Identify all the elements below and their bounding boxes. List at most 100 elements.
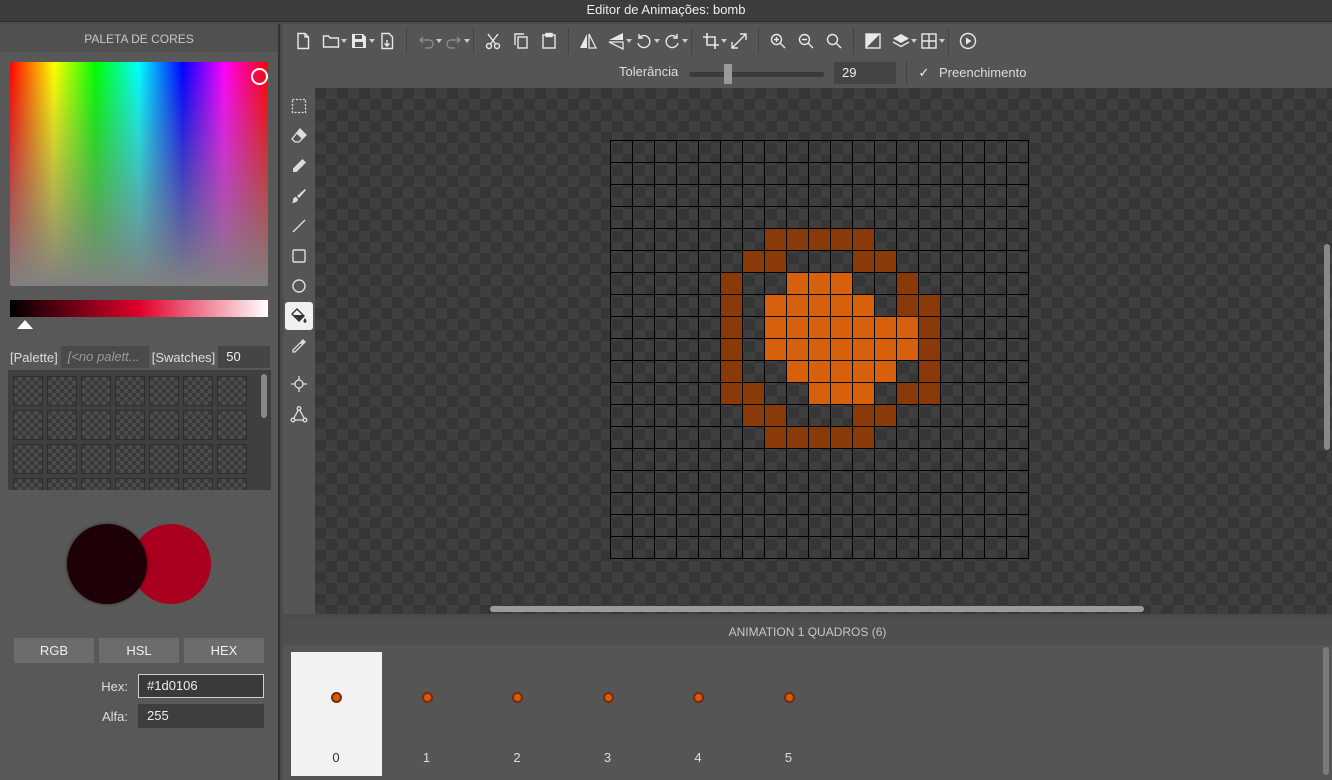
pixel-cell[interactable] bbox=[655, 185, 677, 207]
pixel-cell[interactable] bbox=[721, 471, 743, 493]
pixel-cell[interactable] bbox=[853, 207, 875, 229]
pixel-cell[interactable] bbox=[941, 427, 963, 449]
pixel-cell[interactable] bbox=[743, 449, 765, 471]
pixel-cell[interactable] bbox=[787, 163, 809, 185]
pixel-cell[interactable] bbox=[897, 229, 919, 251]
pixel-cell[interactable] bbox=[699, 537, 721, 559]
pixel-cell[interactable] bbox=[897, 449, 919, 471]
hsl-mode-button[interactable]: HSL bbox=[99, 638, 179, 663]
pixel-cell[interactable] bbox=[655, 251, 677, 273]
pixel-cell[interactable] bbox=[985, 185, 1007, 207]
pixel-cell[interactable] bbox=[699, 515, 721, 537]
pixel-cell[interactable] bbox=[853, 185, 875, 207]
pixel-cell[interactable] bbox=[809, 141, 831, 163]
pixel-cell[interactable] bbox=[699, 295, 721, 317]
swatch-slot[interactable] bbox=[115, 376, 145, 406]
pixel-cell[interactable] bbox=[897, 163, 919, 185]
pixel-cell[interactable] bbox=[853, 339, 875, 361]
pixel-cell[interactable] bbox=[611, 405, 633, 427]
open-folder-icon[interactable] bbox=[317, 26, 347, 56]
pixel-cell[interactable] bbox=[743, 383, 765, 405]
saturation-value-picker[interactable] bbox=[10, 62, 268, 286]
pixel-cell[interactable] bbox=[633, 317, 655, 339]
pixel-cell[interactable] bbox=[721, 251, 743, 273]
pixel-cell[interactable] bbox=[985, 207, 1007, 229]
pixel-cell[interactable] bbox=[721, 163, 743, 185]
eraser-icon[interactable] bbox=[285, 122, 313, 150]
pixel-cell[interactable] bbox=[787, 317, 809, 339]
pixel-cell[interactable] bbox=[655, 361, 677, 383]
cut-icon[interactable] bbox=[479, 26, 507, 56]
pixel-cell[interactable] bbox=[875, 537, 897, 559]
pixel-cell[interactable] bbox=[677, 251, 699, 273]
pixel-cell[interactable] bbox=[699, 273, 721, 295]
pixel-cell[interactable] bbox=[743, 537, 765, 559]
swatch-slot[interactable] bbox=[81, 444, 111, 474]
pixel-cell[interactable] bbox=[1007, 361, 1029, 383]
pixel-cell[interactable] bbox=[633, 515, 655, 537]
pixel-cell[interactable] bbox=[941, 361, 963, 383]
pixel-cell[interactable] bbox=[1007, 251, 1029, 273]
pixel-cell[interactable] bbox=[875, 317, 897, 339]
pixel-cell[interactable] bbox=[633, 383, 655, 405]
pixel-cell[interactable] bbox=[853, 317, 875, 339]
pixel-cell[interactable] bbox=[633, 185, 655, 207]
pixel-cell[interactable] bbox=[919, 515, 941, 537]
pixel-cell[interactable] bbox=[677, 493, 699, 515]
pixel-cell[interactable] bbox=[677, 141, 699, 163]
pixel-cell[interactable] bbox=[963, 229, 985, 251]
pixel-cell[interactable] bbox=[633, 471, 655, 493]
pixel-cell[interactable] bbox=[831, 295, 853, 317]
swatch-slot[interactable] bbox=[149, 410, 179, 440]
swatch-slot[interactable] bbox=[47, 376, 77, 406]
pixel-cell[interactable] bbox=[1007, 185, 1029, 207]
pixel-cell[interactable] bbox=[765, 229, 787, 251]
pixel-cell[interactable] bbox=[941, 163, 963, 185]
pixel-cell[interactable] bbox=[677, 427, 699, 449]
redo-icon[interactable] bbox=[440, 26, 470, 56]
pixel-cell[interactable] bbox=[611, 273, 633, 295]
tolerance-slider[interactable] bbox=[689, 72, 824, 77]
pixel-cell[interactable] bbox=[765, 317, 787, 339]
pixel-grid[interactable] bbox=[610, 140, 1029, 559]
pixel-cell[interactable] bbox=[677, 229, 699, 251]
pixel-cell[interactable] bbox=[941, 273, 963, 295]
pixel-cell[interactable] bbox=[941, 515, 963, 537]
pixel-cell[interactable] bbox=[655, 537, 677, 559]
pixel-cell[interactable] bbox=[699, 229, 721, 251]
tolerance-slider-thumb[interactable] bbox=[724, 64, 733, 84]
swatch-slot[interactable] bbox=[149, 376, 179, 406]
pixel-cell[interactable] bbox=[875, 141, 897, 163]
swatch-slot[interactable] bbox=[183, 410, 213, 440]
pixel-cell[interactable] bbox=[941, 185, 963, 207]
pixel-cell[interactable] bbox=[985, 229, 1007, 251]
pixel-cell[interactable] bbox=[611, 317, 633, 339]
pixel-cell[interactable] bbox=[875, 295, 897, 317]
pixel-cell[interactable] bbox=[787, 273, 809, 295]
pixel-cell[interactable] bbox=[765, 273, 787, 295]
pixel-cell[interactable] bbox=[677, 317, 699, 339]
pixel-cell[interactable] bbox=[787, 427, 809, 449]
flip-horizontal-icon[interactable] bbox=[574, 26, 602, 56]
pixel-cell[interactable] bbox=[831, 317, 853, 339]
pixel-cell[interactable] bbox=[809, 251, 831, 273]
pixel-cell[interactable] bbox=[985, 449, 1007, 471]
pixel-cell[interactable] bbox=[809, 339, 831, 361]
pixel-cell[interactable] bbox=[853, 471, 875, 493]
hex-input[interactable]: #1d0106 bbox=[138, 674, 264, 698]
pixel-cell[interactable] bbox=[941, 383, 963, 405]
paste-icon[interactable] bbox=[535, 26, 563, 56]
pixel-cell[interactable] bbox=[655, 295, 677, 317]
swatch-slot[interactable] bbox=[47, 478, 77, 490]
swatch-slot[interactable] bbox=[47, 410, 77, 440]
pixel-cell[interactable] bbox=[809, 229, 831, 251]
animation-frame[interactable]: 5 bbox=[744, 652, 835, 776]
pixel-cell[interactable] bbox=[765, 493, 787, 515]
pixel-cell[interactable] bbox=[787, 383, 809, 405]
pixel-cell[interactable] bbox=[853, 163, 875, 185]
pixel-cell[interactable] bbox=[1007, 317, 1029, 339]
pixel-cell[interactable] bbox=[743, 185, 765, 207]
pixel-cell[interactable] bbox=[699, 251, 721, 273]
pixel-cell[interactable] bbox=[743, 427, 765, 449]
swatch-slot[interactable] bbox=[115, 444, 145, 474]
